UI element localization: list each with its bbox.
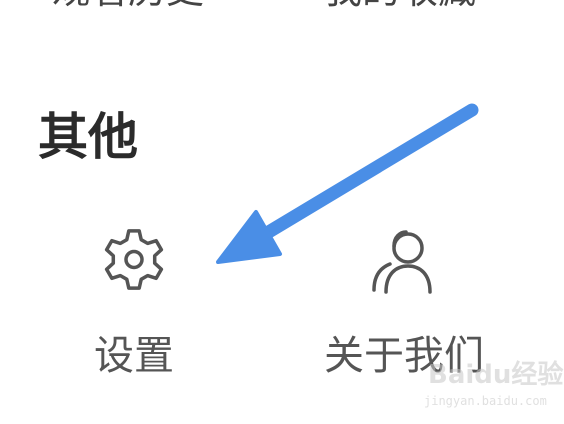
watermark-logo: Baidu经验 bbox=[428, 360, 564, 390]
watermark-url: jingyan.baidu.com bbox=[424, 394, 547, 408]
settings-item[interactable]: 设置 bbox=[24, 220, 244, 400]
users-icon bbox=[372, 230, 432, 294]
baidu-watermark: Baidu经验 jingyan.baidu.com bbox=[420, 360, 564, 420]
settings-label: 设置 bbox=[94, 333, 174, 379]
favorites-label[interactable]: 我的收藏 bbox=[324, 0, 476, 12]
section-title-other: 其他 bbox=[38, 108, 138, 166]
watch-history-label[interactable]: 观看历史 bbox=[52, 0, 204, 12]
gear-icon bbox=[104, 229, 164, 290]
screen: 观看历史 我的收藏 其他 设置 关于我们 Baidu经验 jingyan.bai… bbox=[0, 0, 564, 424]
